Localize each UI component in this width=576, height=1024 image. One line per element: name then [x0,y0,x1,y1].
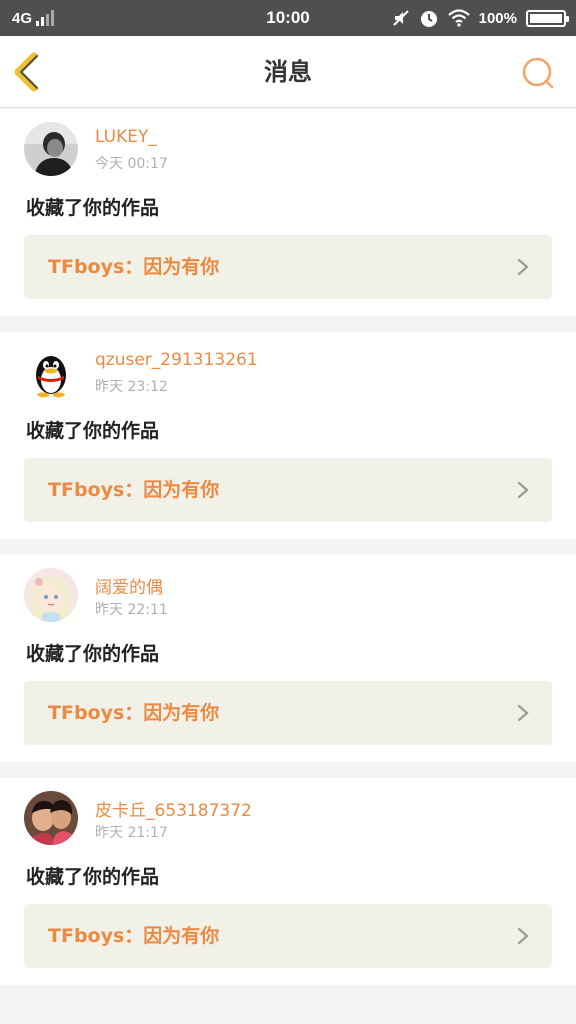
mute-icon [392,10,409,26]
timestamp: 昨天 22:11 [95,602,168,618]
username[interactable]: 阔爱的偶 [95,573,163,598]
message-item: LUKEY_ 今天 00:17 收藏了你的作品 TFboys：因为有你 [0,109,576,316]
chevron-right-icon [517,258,529,276]
avatar[interactable] [24,345,78,399]
message-item: 阔爱的偶 昨天 22:11 收藏了你的作品 TFboys：因为有你 [0,555,576,762]
avatar[interactable] [24,122,78,176]
message-list: LUKEY_ 今天 00:17 收藏了你的作品 TFboys：因为有你 qzus… [0,109,576,1001]
work-link[interactable]: TFboys：因为有你 [24,235,552,299]
alarm-icon [420,11,437,27]
header: 消息 [0,36,576,108]
timestamp: 昨天 21:17 [95,825,168,841]
message-item: qzuser_291313261 昨天 23:12 收藏了你的作品 TFboys… [0,332,576,539]
message-item: 皮卡丘_653187372 昨天 21:17 收藏了你的作品 TFboys：因为… [0,778,576,985]
work-title: TFboys：因为有你 [48,702,220,724]
chevron-right-icon [517,481,529,499]
work-link[interactable]: TFboys：因为有你 [24,681,552,745]
avatar[interactable] [24,791,78,845]
username[interactable]: LUKEY_ [95,127,157,147]
network-indicator: 4G [12,0,55,36]
signal-icon [36,10,55,26]
work-title: TFboys：因为有你 [48,479,220,501]
back-button[interactable] [12,52,48,92]
work-link[interactable]: TFboys：因为有你 [24,904,552,968]
wifi-icon [447,9,470,27]
work-link[interactable]: TFboys：因为有你 [24,458,552,522]
search-button[interactable] [520,55,556,91]
action-text: 收藏了你的作品 [26,420,160,442]
chevron-right-icon [517,927,529,945]
chevron-right-icon [517,704,529,722]
username[interactable]: qzuser_291313261 [95,350,258,370]
battery-percent: 100% [478,9,517,27]
chevron-left-icon [14,52,39,92]
work-title: TFboys：因为有你 [48,925,220,947]
status-icons: 100% [392,0,569,36]
action-text: 收藏了你的作品 [26,866,160,888]
status-bar: 4G 10:00 100% [0,0,576,36]
avatar[interactable] [24,568,78,622]
work-title: TFboys：因为有你 [48,256,220,278]
network-type: 4G [12,9,33,27]
battery-icon [526,9,569,27]
timestamp: 今天 00:17 [95,156,168,172]
action-text: 收藏了你的作品 [26,197,160,219]
action-text: 收藏了你的作品 [26,643,160,665]
page-title: 消息 [264,58,312,86]
username[interactable]: 皮卡丘_653187372 [95,796,252,821]
search-icon [522,57,554,89]
timestamp: 昨天 23:12 [95,379,168,395]
